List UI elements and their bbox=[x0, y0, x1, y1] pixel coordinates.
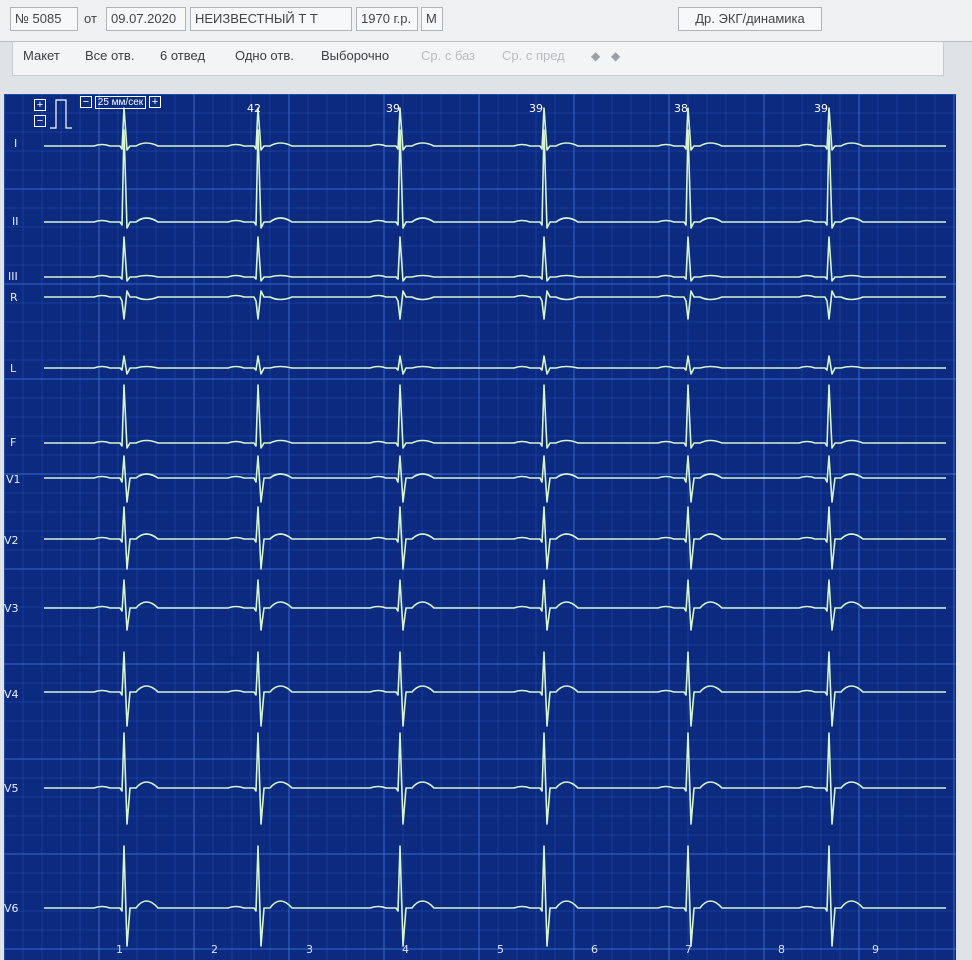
nav-next-icon[interactable]: ◆ bbox=[611, 49, 620, 63]
heart-rate-label: 39 bbox=[529, 102, 543, 115]
speed-minus-button[interactable]: − bbox=[80, 96, 92, 109]
record-number: № 5085 bbox=[10, 7, 78, 31]
seconds-label: 7 bbox=[685, 943, 692, 956]
amplitude-plus-button[interactable]: + bbox=[34, 98, 46, 111]
lead-label-V1: V1 bbox=[6, 473, 21, 486]
ecg-trace-III bbox=[44, 236, 946, 282]
layout-button[interactable]: Макет bbox=[23, 48, 60, 63]
patient-name-field[interactable]: НЕИЗВЕСТНЫЙ Т Т bbox=[190, 7, 352, 31]
birth-year-field[interactable]: 1970 г.р. bbox=[356, 7, 418, 31]
seconds-label: 8 bbox=[778, 943, 785, 956]
from-label: от bbox=[84, 11, 97, 26]
ecg-chart: + − − 25 мм/сек + 42 39 39 38 39 I II II… bbox=[4, 94, 956, 960]
lead-label-III: III bbox=[8, 270, 18, 283]
heart-rate-label: 38 bbox=[674, 102, 688, 115]
speed-label: 25 мм/сек bbox=[94, 96, 147, 109]
view-toolbar: Макет Все отв. 6 отвед Одно отв. Выбороч… bbox=[12, 42, 944, 76]
speed-control: − 25 мм/сек + bbox=[80, 96, 161, 110]
header-bar: № 5085 от 09.07.2020 НЕИЗВЕСТНЫЙ Т Т 197… bbox=[0, 0, 972, 42]
seconds-label: 9 bbox=[872, 943, 879, 956]
lead-label-R: R bbox=[10, 291, 18, 304]
lead-label-V3: V3 bbox=[4, 602, 19, 615]
seconds-label: 3 bbox=[306, 943, 313, 956]
lead-label-V4: V4 bbox=[4, 688, 19, 701]
ecg-trace-F bbox=[44, 384, 946, 449]
lead-label-F: F bbox=[10, 436, 17, 449]
ecg-trace-V2 bbox=[44, 506, 946, 570]
lead-label-I: I bbox=[14, 137, 18, 150]
ecg-trace-V1 bbox=[44, 455, 946, 503]
date-field[interactable]: 09.07.2020 bbox=[106, 7, 186, 31]
ecg-trace-R bbox=[44, 290, 946, 320]
amplitude-controls-lower: − bbox=[34, 112, 46, 130]
six-leads-button[interactable]: 6 отвед bbox=[160, 48, 205, 63]
ecg-trace-V3 bbox=[44, 579, 946, 631]
ecg-trace-V5 bbox=[44, 732, 946, 825]
all-leads-button[interactable]: Все отв. bbox=[85, 48, 134, 63]
heart-rate-label: 42 bbox=[247, 102, 261, 115]
lead-label-L: L bbox=[10, 362, 17, 375]
dynamics-button[interactable]: Др. ЭКГ/динамика bbox=[678, 7, 822, 31]
ecg-trace-V4 bbox=[44, 651, 946, 727]
heart-rate-label: 39 bbox=[386, 102, 400, 115]
lead-label-II: II bbox=[12, 215, 19, 228]
seconds-label: 1 bbox=[116, 943, 123, 956]
lead-label-V5: V5 bbox=[4, 782, 19, 795]
lead-label-V6: V6 bbox=[4, 902, 19, 915]
selective-button[interactable]: Выборочно bbox=[321, 48, 389, 63]
one-lead-button[interactable]: Одно отв. bbox=[235, 48, 294, 63]
ecg-trace-V6 bbox=[44, 845, 946, 947]
ecg-trace-L bbox=[44, 355, 946, 375]
seconds-label: 4 bbox=[402, 943, 409, 956]
compare-base-button[interactable]: Ср. с баз bbox=[421, 48, 475, 63]
seconds-label: 5 bbox=[497, 943, 504, 956]
nav-prev-icon[interactable]: ◆ bbox=[591, 49, 600, 63]
compare-prev-button[interactable]: Ср. с пред bbox=[502, 48, 565, 63]
lead-label-V2: V2 bbox=[4, 534, 19, 547]
heart-rate-label: 39 bbox=[814, 102, 828, 115]
ecg-trace-I bbox=[44, 107, 946, 151]
amplitude-minus-button[interactable]: − bbox=[34, 114, 46, 127]
sex-field[interactable]: М bbox=[421, 7, 443, 31]
ecg-plot bbox=[4, 94, 956, 960]
seconds-label: 6 bbox=[591, 943, 598, 956]
seconds-label: 2 bbox=[211, 943, 218, 956]
speed-plus-button[interactable]: + bbox=[148, 96, 161, 109]
